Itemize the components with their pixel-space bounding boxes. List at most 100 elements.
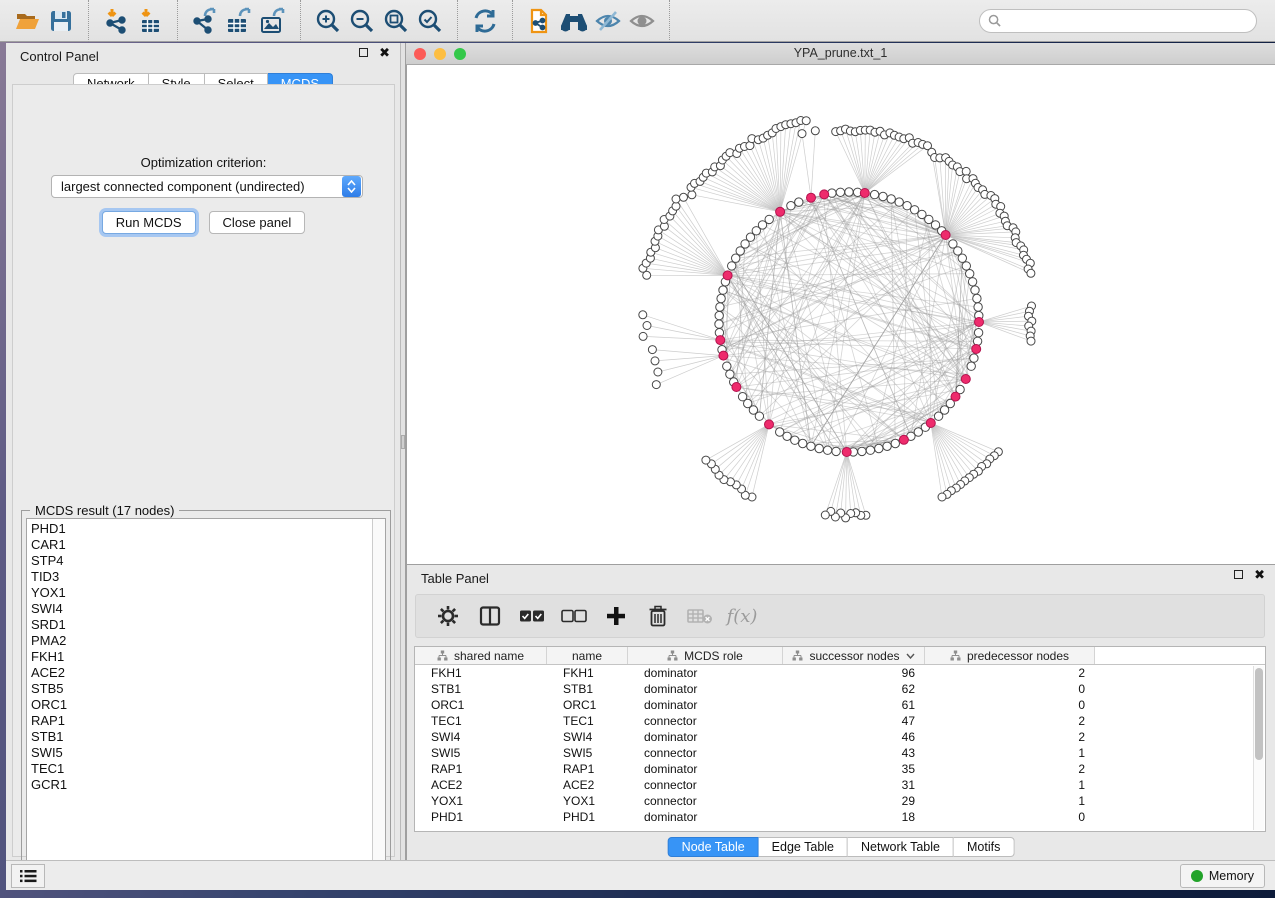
memory-button[interactable]: Memory — [1180, 864, 1265, 888]
task-history-button[interactable] — [11, 864, 45, 888]
cell-shared-name[interactable]: TEC1 — [415, 713, 547, 729]
deselect-all-button[interactable] — [558, 599, 590, 633]
delete-table-button[interactable] — [684, 599, 716, 633]
mcds-result-item[interactable]: STB1 — [31, 729, 372, 745]
search-field[interactable] — [979, 9, 1257, 33]
cell-successor-nodes[interactable]: 43 — [783, 745, 925, 761]
search-input[interactable] — [1006, 14, 1236, 28]
table-row[interactable]: YOX1YOX1connector291 — [415, 793, 1265, 809]
cell-shared-name[interactable]: PHD1 — [415, 809, 547, 825]
zoom-out-button[interactable] — [345, 5, 379, 37]
cell-mcds-role[interactable]: dominator — [628, 729, 783, 745]
hide-graphics-details-button[interactable] — [591, 5, 625, 37]
cell-predecessor-nodes[interactable]: 0 — [925, 809, 1095, 825]
mcds-result-item[interactable]: STP4 — [31, 553, 372, 569]
cell-mcds-role[interactable]: connector — [628, 777, 783, 793]
network-canvas[interactable] — [406, 65, 1275, 564]
zoom-in-button[interactable] — [311, 5, 345, 37]
zoom-fit-button[interactable] — [379, 5, 413, 37]
cell-successor-nodes[interactable]: 31 — [783, 777, 925, 793]
mcds-result-item[interactable]: SWI4 — [31, 601, 372, 617]
cell-successor-nodes[interactable]: 29 — [783, 793, 925, 809]
column-visibility-button[interactable] — [474, 599, 506, 633]
cell-mcds-role[interactable]: dominator — [628, 761, 783, 777]
search-network-button[interactable] — [557, 5, 591, 37]
column-header-name[interactable]: name — [547, 647, 628, 664]
table-row[interactable]: TEC1TEC1connector472 — [415, 713, 1265, 729]
table-row[interactable]: STB1STB1dominator620 — [415, 681, 1265, 697]
cell-name[interactable]: ORC1 — [547, 697, 628, 713]
cell-successor-nodes[interactable]: 46 — [783, 729, 925, 745]
cell-predecessor-nodes[interactable]: 0 — [925, 681, 1095, 697]
cell-shared-name[interactable]: SWI5 — [415, 745, 547, 761]
optimization-criterion-select[interactable]: largest connected component (undirected) — [51, 175, 363, 198]
column-header-successor-nodes[interactable]: successor nodes — [783, 647, 925, 664]
cell-predecessor-nodes[interactable]: 0 — [925, 697, 1095, 713]
import-network-button[interactable] — [99, 5, 133, 37]
cell-predecessor-nodes[interactable]: 2 — [925, 729, 1095, 745]
mcds-result-list[interactable]: PHD1CAR1STP4TID3YOX1SWI4SRD1PMA2FKH1ACE2… — [26, 518, 386, 875]
mcds-result-item[interactable]: PMA2 — [31, 633, 372, 649]
splitter-grip[interactable] — [401, 435, 405, 449]
cell-successor-nodes[interactable]: 96 — [783, 665, 925, 681]
table-tab-network-table[interactable]: Network Table — [848, 837, 954, 857]
cell-mcds-role[interactable]: dominator — [628, 681, 783, 697]
export-table-button[interactable] — [222, 5, 256, 37]
table-tab-node-table[interactable]: Node Table — [668, 837, 759, 857]
cell-name[interactable]: TEC1 — [547, 713, 628, 729]
open-file-button[interactable] — [10, 5, 44, 37]
cell-shared-name[interactable]: YOX1 — [415, 793, 547, 809]
column-header-mcds-role[interactable]: MCDS role — [628, 647, 783, 664]
float-table-panel-icon[interactable] — [1234, 570, 1243, 579]
column-header-shared-name[interactable]: shared name — [415, 647, 547, 664]
mcds-result-item[interactable]: FKH1 — [31, 649, 372, 665]
cell-predecessor-nodes[interactable]: 2 — [925, 713, 1095, 729]
delete-column-button[interactable] — [642, 599, 674, 633]
import-table-button[interactable] — [133, 5, 167, 37]
table-row[interactable]: ORC1ORC1dominator610 — [415, 697, 1265, 713]
close-panel-button[interactable]: Close panel — [209, 211, 306, 234]
column-header-predecessor-nodes[interactable]: predecessor nodes — [925, 647, 1095, 664]
cell-name[interactable]: SWI5 — [547, 745, 628, 761]
cell-name[interactable]: YOX1 — [547, 793, 628, 809]
mcds-result-item[interactable]: RAP1 — [31, 713, 372, 729]
table-tab-motifs[interactable]: Motifs — [954, 837, 1014, 857]
table-row[interactable]: PHD1PHD1dominator180 — [415, 809, 1265, 825]
table-tab-edge-table[interactable]: Edge Table — [759, 837, 848, 857]
export-image-button[interactable] — [256, 5, 290, 37]
cell-successor-nodes[interactable]: 47 — [783, 713, 925, 729]
cell-successor-nodes[interactable]: 62 — [783, 681, 925, 697]
cell-mcds-role[interactable]: dominator — [628, 809, 783, 825]
cell-successor-nodes[interactable]: 18 — [783, 809, 925, 825]
cell-mcds-role[interactable]: dominator — [628, 697, 783, 713]
mcds-result-item[interactable]: TEC1 — [31, 761, 372, 777]
cell-predecessor-nodes[interactable]: 1 — [925, 745, 1095, 761]
zoom-selected-button[interactable] — [413, 5, 447, 37]
cell-shared-name[interactable]: ORC1 — [415, 697, 547, 713]
cell-name[interactable]: FKH1 — [547, 665, 628, 681]
mcds-result-item[interactable]: ORC1 — [31, 697, 372, 713]
table-row[interactable]: SWI5SWI5connector431 — [415, 745, 1265, 761]
cell-mcds-role[interactable]: dominator — [628, 665, 783, 681]
cell-shared-name[interactable]: STB1 — [415, 681, 547, 697]
mcds-result-item[interactable]: ACE2 — [31, 665, 372, 681]
float-panel-icon[interactable] — [359, 48, 368, 57]
mcds-result-item[interactable]: YOX1 — [31, 585, 372, 601]
mcds-result-item[interactable]: PHD1 — [31, 521, 372, 537]
cell-mcds-role[interactable]: connector — [628, 793, 783, 809]
cell-name[interactable]: ACE2 — [547, 777, 628, 793]
cell-shared-name[interactable]: RAP1 — [415, 761, 547, 777]
cell-name[interactable]: STB1 — [547, 681, 628, 697]
cell-mcds-role[interactable]: connector — [628, 745, 783, 761]
mcds-result-item[interactable]: CAR1 — [31, 537, 372, 553]
cell-shared-name[interactable]: ACE2 — [415, 777, 547, 793]
table-row[interactable]: RAP1RAP1dominator352 — [415, 761, 1265, 777]
table-row[interactable]: SWI4SWI4dominator462 — [415, 729, 1265, 745]
cell-name[interactable]: RAP1 — [547, 761, 628, 777]
cell-successor-nodes[interactable]: 35 — [783, 761, 925, 777]
mcds-result-item[interactable]: GCR1 — [31, 777, 372, 793]
run-mcds-button[interactable]: Run MCDS — [102, 211, 196, 234]
table-row[interactable]: ACE2ACE2connector311 — [415, 777, 1265, 793]
mcds-result-item[interactable]: SRD1 — [31, 617, 372, 633]
mcds-list-scrollbar[interactable] — [372, 519, 385, 874]
